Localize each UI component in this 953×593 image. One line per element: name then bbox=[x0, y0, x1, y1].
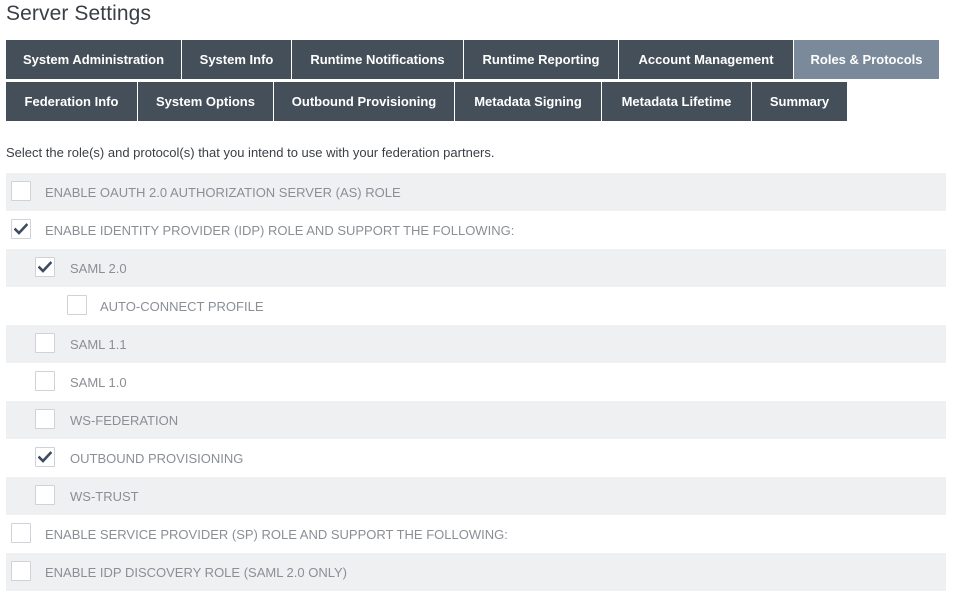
option-idp-role: ENABLE IDENTITY PROVIDER (IDP) ROLE AND … bbox=[6, 211, 946, 249]
option-ws-trust: WS-TRUST bbox=[6, 477, 946, 515]
saml-1-0-label: SAML 1.0 bbox=[70, 374, 127, 390]
option-saml-2-0: SAML 2.0 bbox=[6, 249, 946, 287]
saml-2-0-checkbox[interactable] bbox=[35, 257, 55, 277]
tab-metadata-signing[interactable]: Metadata Signing bbox=[455, 82, 602, 121]
option-saml-1-1: SAML 1.1 bbox=[6, 325, 946, 363]
ws-federation-label: WS-FEDERATION bbox=[70, 412, 179, 428]
tab-runtime-notifications[interactable]: Runtime Notifications bbox=[292, 40, 464, 79]
option-ws-federation: WS-FEDERATION bbox=[6, 401, 946, 439]
oauth-as-role-label: ENABLE OAUTH 2.0 AUTHORIZATION SERVER (A… bbox=[45, 184, 401, 200]
tab-system-info[interactable]: System Info bbox=[182, 40, 292, 79]
checkmark-icon bbox=[38, 451, 52, 463]
ws-federation-checkbox[interactable] bbox=[35, 409, 55, 429]
idp-role-checkbox[interactable] bbox=[11, 219, 31, 239]
tab-summary[interactable]: Summary bbox=[752, 82, 847, 121]
sp-role-label: ENABLE SERVICE PROVIDER (SP) ROLE AND SU… bbox=[45, 526, 508, 542]
option-saml-1-0: SAML 1.0 bbox=[6, 363, 946, 401]
tab-runtime-reporting[interactable]: Runtime Reporting bbox=[464, 40, 619, 79]
saml-1-1-label: SAML 1.1 bbox=[70, 336, 127, 352]
idp-discovery-role-label: ENABLE IDP DISCOVERY ROLE (SAML 2.0 ONLY… bbox=[45, 564, 347, 580]
saml-1-0-checkbox[interactable] bbox=[35, 371, 55, 391]
idp-discovery-role-checkbox[interactable] bbox=[11, 561, 31, 581]
role-protocol-list: ENABLE OAUTH 2.0 AUTHORIZATION SERVER (A… bbox=[6, 173, 946, 591]
option-oauth-as-role: ENABLE OAUTH 2.0 AUTHORIZATION SERVER (A… bbox=[6, 173, 946, 211]
tab-metadata-lifetime[interactable]: Metadata Lifetime bbox=[602, 82, 752, 121]
option-sp-role: ENABLE SERVICE PROVIDER (SP) ROLE AND SU… bbox=[6, 515, 946, 553]
option-auto-connect-profile: AUTO-CONNECT PROFILE bbox=[6, 287, 946, 325]
tab-federation-info[interactable]: Federation Info bbox=[6, 82, 138, 121]
page-title: Server Settings bbox=[6, 2, 152, 25]
tab-system-options[interactable]: System Options bbox=[138, 82, 274, 121]
saml-2-0-label: SAML 2.0 bbox=[70, 260, 127, 276]
outbound-provisioning-checkbox[interactable] bbox=[35, 447, 55, 467]
option-outbound-provisioning: OUTBOUND PROVISIONING bbox=[6, 439, 946, 477]
outbound-provisioning-label: OUTBOUND PROVISIONING bbox=[70, 450, 244, 466]
checkmark-icon bbox=[38, 261, 52, 273]
saml-1-1-checkbox[interactable] bbox=[35, 333, 55, 353]
tab-bar-row-1: System Administration System Info Runtim… bbox=[6, 40, 939, 79]
sp-role-checkbox[interactable] bbox=[11, 523, 31, 543]
checkmark-icon bbox=[14, 223, 28, 235]
tab-system-administration[interactable]: System Administration bbox=[6, 40, 182, 79]
idp-role-label: ENABLE IDENTITY PROVIDER (IDP) ROLE AND … bbox=[45, 222, 515, 238]
intro-text: Select the role(s) and protocol(s) that … bbox=[6, 145, 495, 160]
tab-outbound-provisioning[interactable]: Outbound Provisioning bbox=[274, 82, 455, 121]
auto-connect-profile-checkbox[interactable] bbox=[67, 295, 87, 315]
oauth-as-role-checkbox[interactable] bbox=[11, 181, 31, 201]
ws-trust-checkbox[interactable] bbox=[35, 485, 55, 505]
auto-connect-profile-label: AUTO-CONNECT PROFILE bbox=[100, 298, 264, 314]
tab-roles-protocols[interactable]: Roles & Protocols bbox=[794, 40, 939, 79]
tab-bar-row-2: Federation Info System Options Outbound … bbox=[6, 82, 847, 121]
ws-trust-label: WS-TRUST bbox=[70, 488, 139, 504]
option-idp-discovery-role: ENABLE IDP DISCOVERY ROLE (SAML 2.0 ONLY… bbox=[6, 553, 946, 591]
tab-account-management[interactable]: Account Management bbox=[619, 40, 794, 79]
